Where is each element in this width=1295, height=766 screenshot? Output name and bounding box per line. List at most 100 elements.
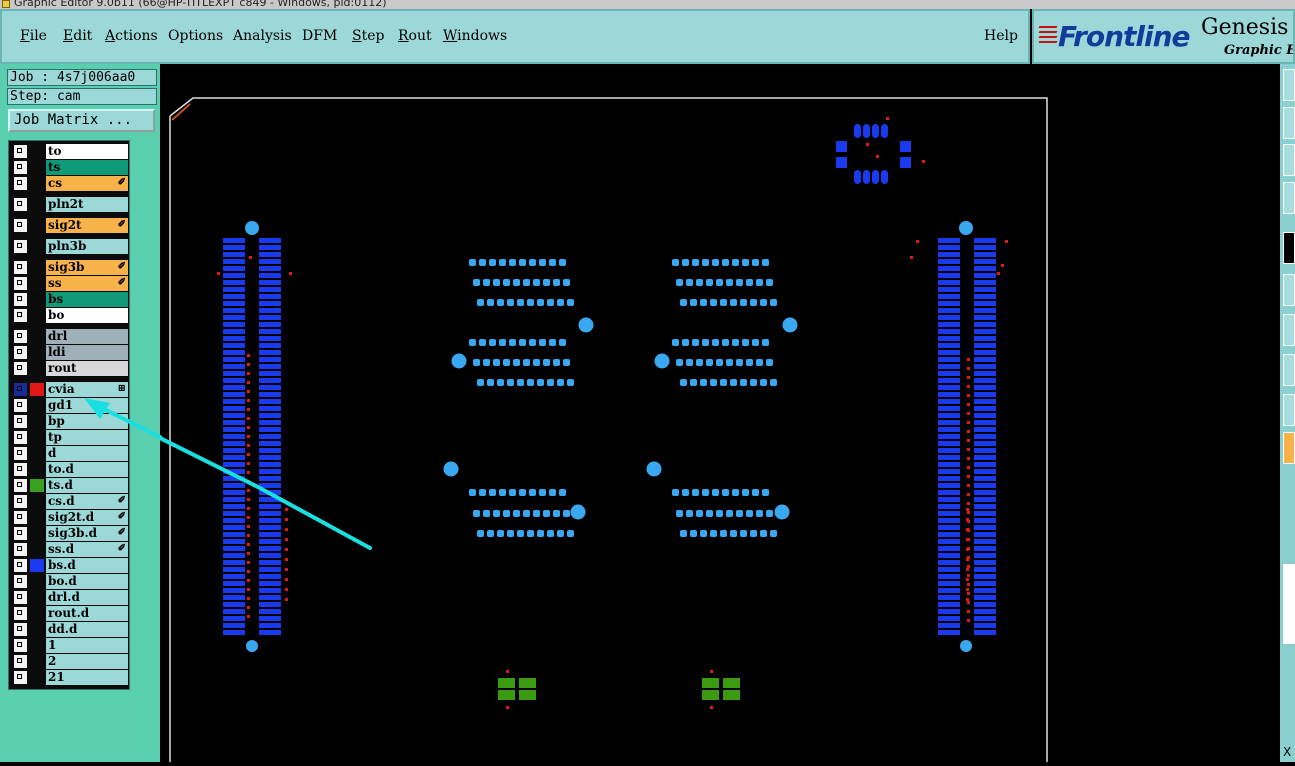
layer-row-gd1[interactable]: gd1 [11, 398, 129, 413]
layer-color-swatch[interactable] [30, 293, 44, 306]
layer-name[interactable]: to [46, 144, 128, 159]
layer-color-swatch[interactable] [30, 309, 44, 322]
menu-analysis[interactable]: Analysis [233, 28, 292, 44]
layer-checkbox[interactable] [14, 479, 27, 492]
layer-row-cs-d[interactable]: cs.d ✐ [11, 494, 129, 509]
layer-name[interactable]: cvia ⊞ [46, 382, 128, 397]
layer-name[interactable]: rout [46, 361, 128, 376]
layer-color-swatch[interactable] [30, 495, 44, 508]
layer-name[interactable]: sig3b.d ✐ [46, 526, 128, 541]
layer-checkbox[interactable] [14, 431, 27, 444]
layer-name[interactable]: bs [46, 292, 128, 307]
layer-name[interactable]: d [46, 446, 128, 461]
layer-row-bs[interactable]: bs [11, 292, 129, 307]
layer-row-drl[interactable]: drl [11, 329, 129, 344]
layer-color-swatch[interactable] [30, 607, 44, 620]
menu-help[interactable]: Help [984, 28, 1018, 44]
layer-color-swatch[interactable] [30, 240, 44, 253]
layer-checkbox[interactable] [14, 463, 27, 476]
layer-checkbox[interactable] [14, 415, 27, 428]
tool-button-4[interactable] [1283, 182, 1295, 214]
layer-row-ss-d[interactable]: ss.d ✐ [11, 542, 129, 557]
layer-color-swatch[interactable] [30, 671, 44, 684]
layer-checkbox[interactable] [14, 655, 27, 668]
layer-name[interactable]: pln2t [46, 197, 128, 212]
layer-checkbox[interactable] [14, 559, 27, 572]
layer-color-swatch[interactable] [30, 415, 44, 428]
layer-checkbox[interactable] [14, 177, 27, 190]
layer-checkbox[interactable] [14, 293, 27, 306]
layer-row-cs[interactable]: cs ✐ [11, 176, 129, 191]
layer-checkbox[interactable] [14, 495, 27, 508]
layer-color-swatch[interactable] [30, 399, 44, 412]
layer-row-tp[interactable]: tp [11, 430, 129, 445]
layer-checkbox[interactable] [14, 511, 27, 524]
layer-color-swatch[interactable] [30, 330, 44, 343]
layer-checkbox[interactable] [14, 447, 27, 460]
layer-name[interactable]: drl [46, 329, 128, 344]
layer-checkbox[interactable] [14, 240, 27, 253]
layer-name[interactable]: ss.d ✐ [46, 542, 128, 557]
layer-color-swatch[interactable] [30, 447, 44, 460]
layer-row-bo[interactable]: bo [11, 308, 129, 323]
tool-button-3[interactable] [1283, 144, 1295, 176]
menu-file[interactable]: File [20, 28, 47, 44]
layer-color-swatch[interactable] [30, 346, 44, 359]
tool-button-6[interactable] [1283, 274, 1295, 306]
layer-row-1[interactable]: 1 [11, 638, 129, 653]
layer-row-bo-d[interactable]: bo.d [11, 574, 129, 589]
tool-button-8[interactable] [1283, 354, 1295, 386]
layer-row-ss[interactable]: ss ✐ [11, 276, 129, 291]
layer-row-ldi[interactable]: ldi [11, 345, 129, 360]
layer-name[interactable]: 1 [46, 638, 128, 653]
layer-row-cvia[interactable]: cvia ⊞ [11, 382, 129, 397]
layer-row-dd-d[interactable]: dd.d [11, 622, 129, 637]
layer-name[interactable]: cs.d ✐ [46, 494, 128, 509]
layer-color-swatch[interactable] [30, 431, 44, 444]
layer-checkbox[interactable] [14, 639, 27, 652]
layer-checkbox[interactable] [14, 591, 27, 604]
layer-checkbox[interactable] [14, 623, 27, 636]
layer-color-swatch[interactable] [30, 543, 44, 556]
layer-color-swatch[interactable] [30, 383, 44, 396]
layer-name[interactable]: ts [46, 160, 128, 175]
layer-name[interactable]: pln3b [46, 239, 128, 254]
layer-name[interactable]: dd.d [46, 622, 128, 637]
layer-name[interactable]: ss ✐ [46, 276, 128, 291]
layer-checkbox[interactable] [14, 219, 27, 232]
layer-checkbox[interactable] [14, 161, 27, 174]
layer-checkbox[interactable] [14, 277, 27, 290]
layer-name[interactable]: sig2t ✐ [46, 218, 128, 233]
layer-color-swatch[interactable] [30, 623, 44, 636]
layer-color-swatch[interactable] [30, 277, 44, 290]
layer-row-pln2t[interactable]: pln2t [11, 197, 129, 212]
layer-row-d[interactable]: d [11, 446, 129, 461]
layer-checkbox[interactable] [14, 261, 27, 274]
layer-row-sig3b-d[interactable]: sig3b.d ✐ [11, 526, 129, 541]
layer-row-sig3b[interactable]: sig3b ✐ [11, 260, 129, 275]
layer-color-swatch[interactable] [30, 463, 44, 476]
layer-color-swatch[interactable] [30, 261, 44, 274]
layer-name[interactable]: sig3b ✐ [46, 260, 128, 275]
layer-name[interactable]: bs.d [46, 558, 128, 573]
menu-dfm[interactable]: DFM [302, 28, 337, 44]
layer-name[interactable]: bo [46, 308, 128, 323]
layer-row-to-d[interactable]: to.d [11, 462, 129, 477]
layer-color-swatch[interactable] [30, 219, 44, 232]
layer-checkbox[interactable] [14, 145, 27, 158]
layer-checkbox[interactable] [14, 346, 27, 359]
tool-button-1[interactable] [1283, 69, 1295, 101]
layer-row-sig2t-d[interactable]: sig2t.d ✐ [11, 510, 129, 525]
layer-color-swatch[interactable] [30, 145, 44, 158]
layer-checkbox[interactable] [14, 362, 27, 375]
layer-color-swatch[interactable] [30, 362, 44, 375]
tool-button-10[interactable] [1283, 432, 1295, 464]
layer-name[interactable]: rout.d [46, 606, 128, 621]
layer-name[interactable]: ldi [46, 345, 128, 360]
layer-color-swatch[interactable] [30, 177, 44, 190]
layer-color-swatch[interactable] [30, 479, 44, 492]
layer-checkbox[interactable] [14, 527, 27, 540]
layer-checkbox[interactable] [14, 330, 27, 343]
layer-name[interactable]: bo.d [46, 574, 128, 589]
layer-row-rout[interactable]: rout [11, 361, 129, 376]
